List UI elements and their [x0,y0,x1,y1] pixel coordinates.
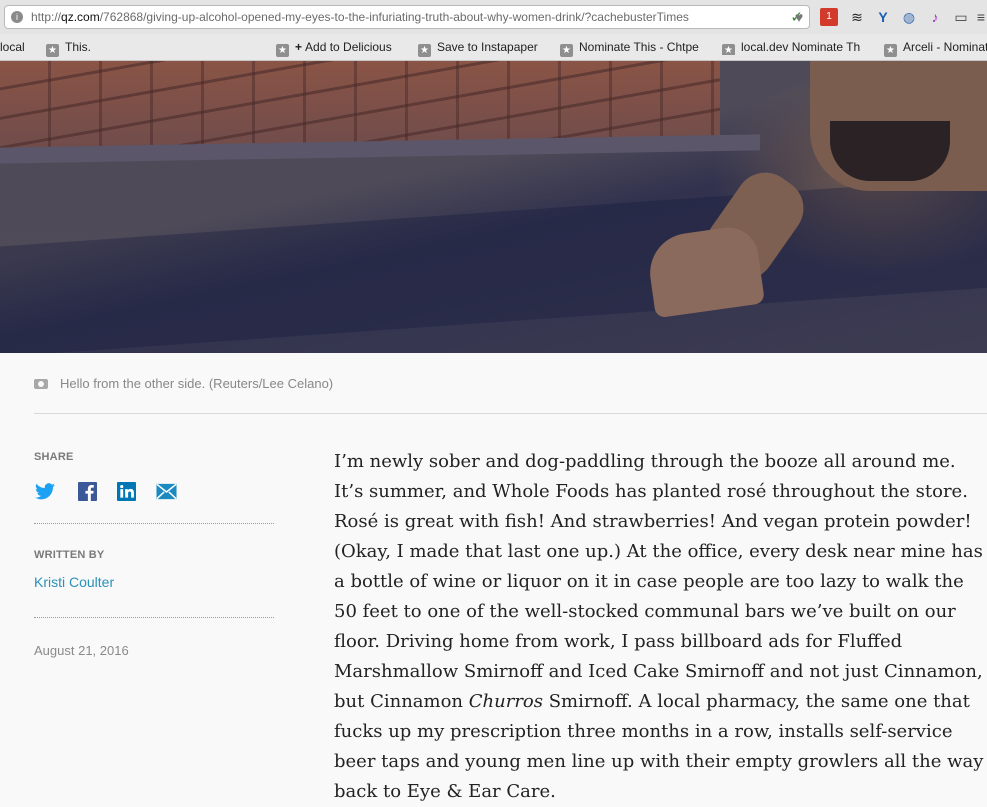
bookmark-add-to-delicious[interactable]: ★ + Add to Delicious [276,39,392,57]
author-link[interactable]: Kristi Coulter [34,574,114,590]
photo-caption: Hello from the other side. (Reuters/Lee … [34,376,333,391]
email-icon[interactable] [155,480,177,502]
bookmark-icon: ★ [884,44,897,57]
written-by-label: WRITTEN BY [34,549,105,561]
bookmark-icon: ★ [560,44,573,57]
hero-photo [0,61,987,353]
globe-icon[interactable]: ◍ [900,8,918,26]
y-icon[interactable]: Y [874,8,892,26]
site-info-icon[interactable]: i [11,11,23,23]
bookmark-icon: ★ [276,44,289,57]
article-paragraph: I’m newly sober and dog-paddling through… [334,451,984,802]
badge-icon[interactable]: 1 [820,8,838,26]
facebook-icon[interactable] [76,480,98,502]
linkedin-icon[interactable] [115,480,137,502]
cast-icon[interactable]: ▭ [952,8,970,26]
bookmark-icon: ★ [722,44,735,55]
share-label: SHARE [34,451,74,463]
sidebar-divider [34,617,274,618]
address-bar[interactable]: i http://qz.com/762868/giving-up-alcohol… [4,5,810,29]
bookmark-this[interactable]: ★ This. [46,39,91,57]
twitter-icon[interactable] [34,480,56,502]
bookmarks-bar: local ★ This. ★ + Add to Delicious ★ Save to… [0,34,987,61]
bookmark-icon: ★ [46,44,59,57]
article-body: I’m newly sober and dog-paddling through… [334,447,984,807]
browser-toolbar: i http://qz.com/762868/giving-up-alcohol… [0,0,987,34]
menu-icon[interactable]: ≡ [972,8,987,26]
heart-icon[interactable]: ♥ [790,8,808,26]
publish-date: August 21, 2016 [34,643,129,658]
music-icon[interactable]: ♪ [926,8,944,26]
bookmark-nominate-this[interactable]: ★ Nominate This - Chtpe [560,39,699,57]
divider [34,413,987,414]
bookmark-local[interactable]: local [0,39,25,55]
bookmark-icon: ★ [418,44,431,57]
italic-word: Churros [468,691,543,712]
layers-icon[interactable]: ≋ [848,8,866,26]
bookmark-save-to-instapaper[interactable]: ★ Save to Instapaper [418,39,538,57]
sidebar-divider [34,523,274,524]
camera-icon [34,379,48,389]
bookmark-local-dev-nominate[interactable]: ★ local.dev Nominate Th [722,39,862,55]
url-text[interactable]: http://qz.com/762868/giving-up-alcohol-o… [31,10,759,24]
bookmark-arceli[interactable]: ★ Arceli - Nominat [884,39,987,57]
